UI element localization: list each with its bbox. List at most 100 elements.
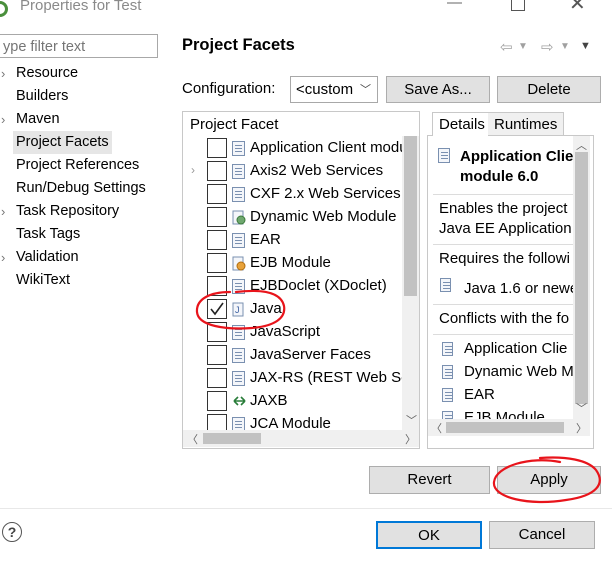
- facet-row[interactable]: JCA Module: [183, 413, 403, 430]
- scroll-thumb[interactable]: [203, 433, 261, 444]
- maximize-icon[interactable]: [511, 0, 525, 11]
- delete-button[interactable]: Delete: [497, 76, 601, 103]
- facet-horizontal-scrollbar[interactable]: 〈 〉: [183, 430, 419, 447]
- facet-label: JCA Module: [250, 415, 331, 430]
- chevron-down-icon: ﹀: [360, 84, 371, 96]
- sidebar-item-wikitext[interactable]: WikiText: [0, 269, 170, 292]
- page-title: Project Facets: [182, 36, 295, 54]
- close-icon[interactable]: ✕: [569, 0, 591, 15]
- scroll-left-icon[interactable]: 〈: [431, 420, 442, 436]
- facet-label: JavaServer Faces: [250, 346, 371, 363]
- back-menu-icon[interactable]: ▼: [518, 41, 528, 52]
- facet-checkbox[interactable]: [207, 138, 227, 158]
- facet-checkbox[interactable]: [207, 414, 227, 430]
- facet-row[interactable]: CXF 2.x Web Services: [183, 183, 403, 206]
- scroll-up-icon[interactable]: ︿: [576, 137, 587, 153]
- configuration-value: <custom: [296, 81, 354, 98]
- configuration-label: Configuration:: [182, 80, 276, 97]
- expand-arrow-icon[interactable]: ›: [191, 163, 195, 177]
- back-icon[interactable]: ⇦: [500, 38, 513, 56]
- title-bar: Properties for Test — ✕: [0, 0, 612, 22]
- facet-row[interactable]: EAR: [183, 229, 403, 252]
- facet-row[interactable]: EJBDoclet (XDoclet): [183, 275, 403, 298]
- scroll-right-icon[interactable]: 〉: [576, 420, 587, 436]
- scroll-down-icon[interactable]: ﹀: [576, 400, 587, 416]
- scroll-thumb[interactable]: [404, 136, 417, 296]
- facet-row[interactable]: JAXB: [183, 390, 403, 413]
- configuration-select[interactable]: <custom ﹀: [290, 76, 378, 103]
- facet-checkbox[interactable]: [207, 207, 227, 227]
- sidebar-item-validation[interactable]: › Validation: [0, 246, 170, 269]
- facet-row[interactable]: JavaServer Faces: [183, 344, 403, 367]
- view-menu-icon[interactable]: ▼: [580, 40, 591, 52]
- sidebar-item-label: Maven: [16, 111, 60, 127]
- facet-row[interactable]: Dynamic Web Module: [183, 206, 403, 229]
- facet-checkbox[interactable]: [207, 161, 227, 181]
- details-heading-version: module 6.0: [460, 168, 539, 185]
- minimize-icon[interactable]: —: [447, 0, 469, 16]
- facet-row[interactable]: JAX-RS (REST Web Services): [183, 367, 403, 390]
- doc-icon: [442, 342, 454, 357]
- tab-details[interactable]: Details: [432, 112, 492, 136]
- sidebar-item-builders[interactable]: Builders: [0, 85, 170, 108]
- tab-runtimes[interactable]: Runtimes: [488, 112, 565, 136]
- facet-checkbox[interactable]: [207, 276, 227, 296]
- sidebar-item-label: Run/Debug Settings: [16, 180, 146, 196]
- facet-checkbox[interactable]: [207, 230, 227, 250]
- scroll-thumb[interactable]: [446, 422, 564, 433]
- facet-checkbox[interactable]: [207, 322, 227, 342]
- facet-checkbox[interactable]: [207, 253, 227, 273]
- sidebar-item-label: Project References: [16, 157, 140, 173]
- facet-vertical-scrollbar[interactable]: ﹀: [402, 136, 419, 430]
- scroll-thumb[interactable]: [575, 152, 588, 404]
- expand-arrow-icon[interactable]: ›: [1, 62, 5, 85]
- sidebar-item-task-repository[interactable]: › Task Repository: [0, 200, 170, 223]
- details-description: Enables the project: [439, 200, 568, 217]
- sidebar-item-task-tags[interactable]: Task Tags: [0, 223, 170, 246]
- filter-input[interactable]: [0, 34, 158, 58]
- divider: [433, 334, 573, 335]
- apply-button[interactable]: Apply: [497, 466, 601, 494]
- facet-row[interactable]: EJB Module: [183, 252, 403, 275]
- facet-checkbox[interactable]: [207, 368, 227, 388]
- requires-item: Java 1.6 or newe: [464, 280, 573, 297]
- scroll-left-icon[interactable]: 〈: [187, 431, 198, 447]
- expand-arrow-icon[interactable]: ›: [1, 200, 5, 223]
- facet-checkbox[interactable]: [207, 391, 227, 411]
- scroll-right-icon[interactable]: 〉: [405, 431, 416, 447]
- sidebar-item-project-facets[interactable]: Project Facets: [0, 131, 170, 154]
- details-content: Application Client module 6.0 Enables th…: [428, 136, 573, 428]
- scroll-down-icon[interactable]: ﹀: [406, 412, 417, 428]
- details-vertical-scrollbar[interactable]: ︿ ﹀: [573, 136, 590, 428]
- forward-icon[interactable]: ⇨: [541, 38, 554, 56]
- requires-label: Requires the followi: [439, 250, 570, 267]
- revert-button[interactable]: Revert: [369, 466, 490, 494]
- facet-checkbox[interactable]: [207, 345, 227, 365]
- details-horizontal-scrollbar[interactable]: 〈 〉: [428, 419, 590, 436]
- help-icon[interactable]: ?: [2, 522, 22, 542]
- ok-button[interactable]: OK: [376, 521, 482, 549]
- facet-checkbox[interactable]: [207, 299, 227, 319]
- cancel-button[interactable]: Cancel: [489, 521, 595, 549]
- facet-label: EJB Module: [250, 254, 331, 271]
- expand-arrow-icon[interactable]: ›: [1, 246, 5, 269]
- facet-label: JAX-RS (REST Web Services): [250, 369, 403, 386]
- sidebar-item-run-debug-settings[interactable]: Run/Debug Settings: [0, 177, 170, 200]
- doc-icon: [232, 164, 245, 179]
- facet-row[interactable]: J Java: [183, 298, 403, 321]
- forward-menu-icon[interactable]: ▼: [560, 41, 570, 52]
- facet-row[interactable]: JavaScript: [183, 321, 403, 344]
- facet-row[interactable]: › Axis2 Web Services: [183, 160, 403, 183]
- sidebar-item-maven[interactable]: › Maven: [0, 108, 170, 131]
- expand-arrow-icon[interactable]: ›: [1, 108, 5, 131]
- svg-text:J: J: [235, 305, 240, 315]
- sidebar-item-resource[interactable]: › Resource: [0, 62, 170, 85]
- save-as-button[interactable]: Save As...: [386, 76, 490, 103]
- conflict-item: Application Clie: [464, 340, 568, 357]
- facet-checkbox[interactable]: [207, 184, 227, 204]
- sidebar-item-project-references[interactable]: Project References: [0, 154, 170, 177]
- facet-row[interactable]: Application Client module: [183, 137, 403, 160]
- facet-label: Axis2 Web Services: [250, 162, 384, 179]
- jaxb-icon: [232, 394, 246, 409]
- eclipse-icon: [0, 1, 8, 17]
